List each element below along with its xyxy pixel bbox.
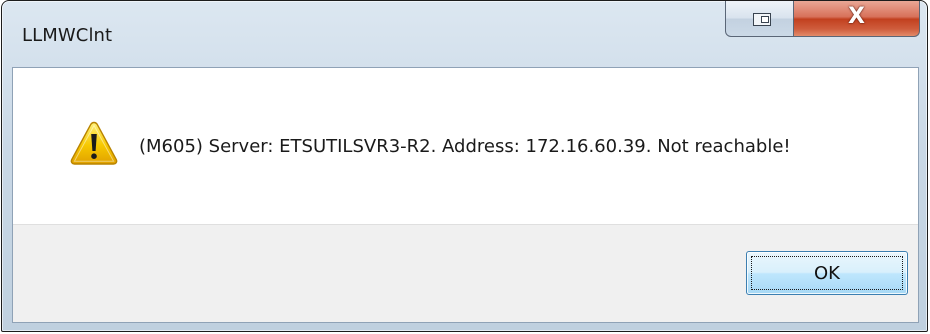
message-area: (M605) Server: ETSUTILSVR3-R2. Address: … (13, 68, 918, 224)
dialog-client-area: (M605) Server: ETSUTILSVR3-R2. Address: … (12, 67, 919, 323)
title-bar[interactable]: LLMWClnt X (2, 1, 927, 66)
message-box-window: LLMWClnt X (M605) Server: ETSUTILSVR3-R2… (1, 0, 928, 332)
window-title: LLMWClnt (22, 25, 113, 46)
ok-button[interactable]: OK (746, 251, 908, 295)
ok-button-label: OK (814, 263, 840, 284)
close-icon: X (848, 4, 865, 29)
warning-icon (70, 121, 118, 165)
button-bar: OK (13, 224, 918, 322)
close-button[interactable]: X (793, 1, 920, 37)
restore-button[interactable] (725, 1, 794, 37)
page: LLMWClnt X (M605) Server: ETSUTILSVR3-R2… (0, 0, 930, 334)
restore-window-icon (753, 13, 771, 26)
error-message: (M605) Server: ETSUTILSVR3-R2. Address: … (139, 136, 791, 157)
